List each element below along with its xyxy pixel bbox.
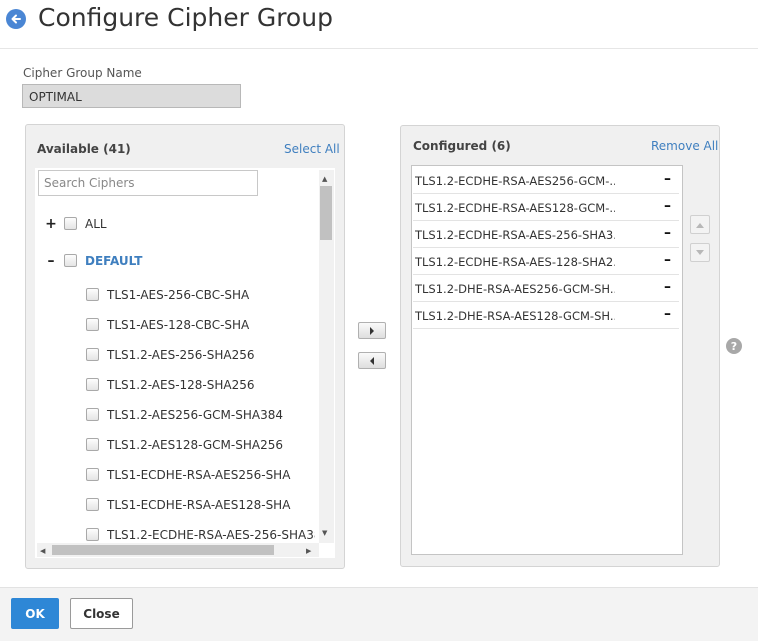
scroll-down-icon[interactable]: ▼ xyxy=(322,529,327,537)
cipher-checkbox[interactable] xyxy=(86,528,99,541)
cipher-item[interactable]: TLS1-ECDHE-RSA-AES128-SHA xyxy=(107,498,290,512)
arrow-left-icon xyxy=(370,356,374,365)
scroll-up-icon[interactable]: ▲ xyxy=(322,175,327,183)
cipher-checkbox[interactable] xyxy=(86,288,99,301)
configured-item[interactable]: TLS1.2-ECDHE-RSA-AES256-GCM-... – xyxy=(413,168,679,194)
help-icon[interactable]: ? xyxy=(726,338,742,354)
remove-item-button[interactable]: – xyxy=(664,198,671,214)
tree-group-default[interactable]: DEFAULT xyxy=(85,254,143,268)
available-title: Available (41) xyxy=(37,142,131,156)
ok-button[interactable]: OK xyxy=(11,598,59,629)
configured-item[interactable]: TLS1.2-ECDHE-RSA-AES-128-SHA2... – xyxy=(413,249,679,275)
horizontal-scroll-thumb[interactable] xyxy=(52,545,274,555)
move-up-button[interactable] xyxy=(690,215,710,234)
cipher-checkbox[interactable] xyxy=(86,408,99,421)
expand-all-toggle[interactable]: + xyxy=(45,217,57,231)
cipher-item[interactable]: TLS1.2-AES256-GCM-SHA384 xyxy=(107,408,283,422)
select-all-link[interactable]: Select All xyxy=(284,142,340,156)
cipher-item[interactable]: TLS1.2-AES-128-SHA256 xyxy=(107,378,255,392)
configured-item[interactable]: TLS1.2-DHE-RSA-AES256-GCM-SH... – xyxy=(413,276,679,302)
arrow-right-icon xyxy=(370,326,374,335)
configured-item[interactable]: TLS1.2-ECDHE-RSA-AES128-GCM-... – xyxy=(413,195,679,221)
cipher-group-name-field[interactable]: OPTIMAL xyxy=(22,84,241,108)
remove-item-button[interactable]: – xyxy=(664,279,671,295)
configured-item-label: TLS1.2-DHE-RSA-AES256-GCM-SH... xyxy=(415,282,615,296)
configured-title: Configured (6) xyxy=(413,139,511,153)
remove-item-button[interactable]: – xyxy=(664,225,671,241)
all-checkbox[interactable] xyxy=(64,217,77,230)
cipher-checkbox[interactable] xyxy=(86,468,99,481)
cipher-item[interactable]: TLS1-ECDHE-RSA-AES256-SHA xyxy=(107,468,290,482)
remove-all-link[interactable]: Remove All xyxy=(651,139,718,153)
configured-item-label: TLS1.2-DHE-RSA-AES128-GCM-SH... xyxy=(415,309,615,323)
page-title: Configure Cipher Group xyxy=(38,3,333,32)
search-ciphers-input[interactable] xyxy=(38,170,258,196)
close-button[interactable]: Close xyxy=(70,598,133,629)
configured-item-label: TLS1.2-ECDHE-RSA-AES-128-SHA2... xyxy=(415,255,615,269)
configured-item[interactable]: TLS1.2-ECDHE-RSA-AES-256-SHA3... – xyxy=(413,222,679,248)
cipher-checkbox[interactable] xyxy=(86,318,99,331)
cipher-item[interactable]: TLS1.2-ECDHE-RSA-AES-256-SHA384 xyxy=(107,528,315,542)
cipher-item[interactable]: TLS1.2-AES128-GCM-SHA256 xyxy=(107,438,283,452)
scroll-right-icon[interactable]: ▶ xyxy=(306,547,311,555)
scroll-left-icon[interactable]: ◀ xyxy=(40,547,45,555)
cipher-group-name-label: Cipher Group Name xyxy=(23,66,142,80)
cipher-checkbox[interactable] xyxy=(86,348,99,361)
cipher-checkbox[interactable] xyxy=(86,498,99,511)
cipher-checkbox[interactable] xyxy=(86,378,99,391)
triangle-down-icon xyxy=(696,249,704,255)
move-down-button[interactable] xyxy=(690,243,710,262)
configured-item-label: TLS1.2-ECDHE-RSA-AES-256-SHA3... xyxy=(415,228,615,242)
configured-item[interactable]: TLS1.2-DHE-RSA-AES128-GCM-SH... – xyxy=(413,303,679,329)
remove-from-configured-button[interactable] xyxy=(358,352,386,369)
cipher-item[interactable]: TLS1.2-AES-256-SHA256 xyxy=(107,348,255,362)
cipher-item[interactable]: TLS1-AES-256-CBC-SHA xyxy=(107,288,249,302)
remove-item-button[interactable]: – xyxy=(664,171,671,187)
cipher-checkbox[interactable] xyxy=(86,438,99,451)
default-checkbox[interactable] xyxy=(64,254,77,267)
tree-group-all[interactable]: ALL xyxy=(85,217,107,231)
cipher-item[interactable]: TLS1-AES-128-CBC-SHA xyxy=(107,318,249,332)
vertical-scroll-thumb[interactable] xyxy=(320,186,332,240)
configured-item-label: TLS1.2-ECDHE-RSA-AES128-GCM-... xyxy=(415,201,615,215)
back-arrow-icon[interactable] xyxy=(6,9,26,29)
configured-item-label: TLS1.2-ECDHE-RSA-AES256-GCM-... xyxy=(415,174,615,188)
remove-item-button[interactable]: – xyxy=(664,306,671,322)
remove-item-button[interactable]: – xyxy=(664,252,671,268)
collapse-default-toggle[interactable]: – xyxy=(45,254,57,268)
add-to-configured-button[interactable] xyxy=(358,322,386,339)
triangle-up-icon xyxy=(696,222,704,228)
